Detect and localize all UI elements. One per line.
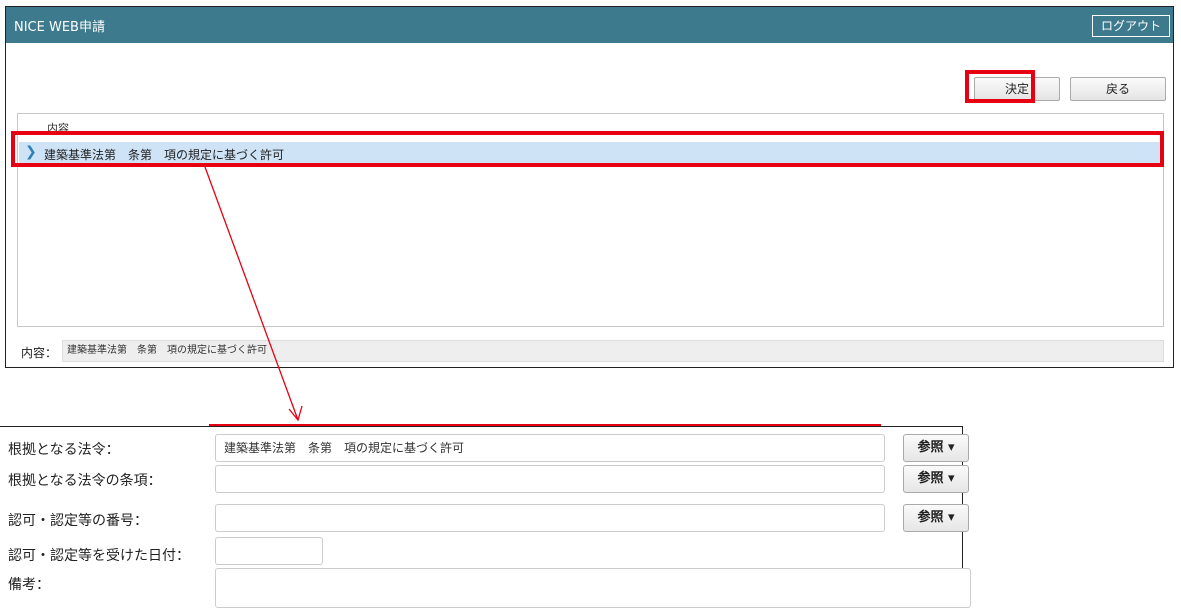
reference-button-label: 参照	[917, 440, 944, 455]
field-label-approval-date: 認可・認定等を受けた日付：	[8, 548, 190, 564]
field-label-approval-number: 認可・認定等の番号：	[8, 513, 148, 529]
reference-button-label: 参照	[917, 471, 944, 486]
reference-button-label: 参照	[917, 510, 944, 525]
caret-down-icon: ▾	[948, 440, 955, 455]
remarks-input[interactable]	[215, 568, 971, 608]
reference-button[interactable]: 参照 ▾	[903, 434, 969, 462]
legal-basis-input[interactable]: 建築基準法第 条第 項の規定に基づく許可	[215, 434, 885, 462]
field-label-legal-clause: 根拠となる法令の条項：	[8, 473, 162, 489]
reference-button[interactable]: 参照 ▾	[903, 504, 969, 532]
caret-down-icon: ▾	[948, 471, 955, 486]
reference-button[interactable]: 参照 ▾	[903, 465, 969, 493]
approval-date-input[interactable]	[215, 537, 323, 565]
caret-down-icon: ▾	[948, 510, 955, 525]
field-label-remarks: 備考：	[8, 577, 50, 593]
field-label-legal-basis: 根拠となる法令：	[8, 442, 120, 458]
legal-clause-input[interactable]	[215, 465, 885, 493]
approval-number-input[interactable]	[215, 504, 885, 532]
application-form: 根拠となる法令： 建築基準法第 条第 項の規定に基づく許可 参照 ▾ 根拠となる…	[0, 426, 971, 608]
